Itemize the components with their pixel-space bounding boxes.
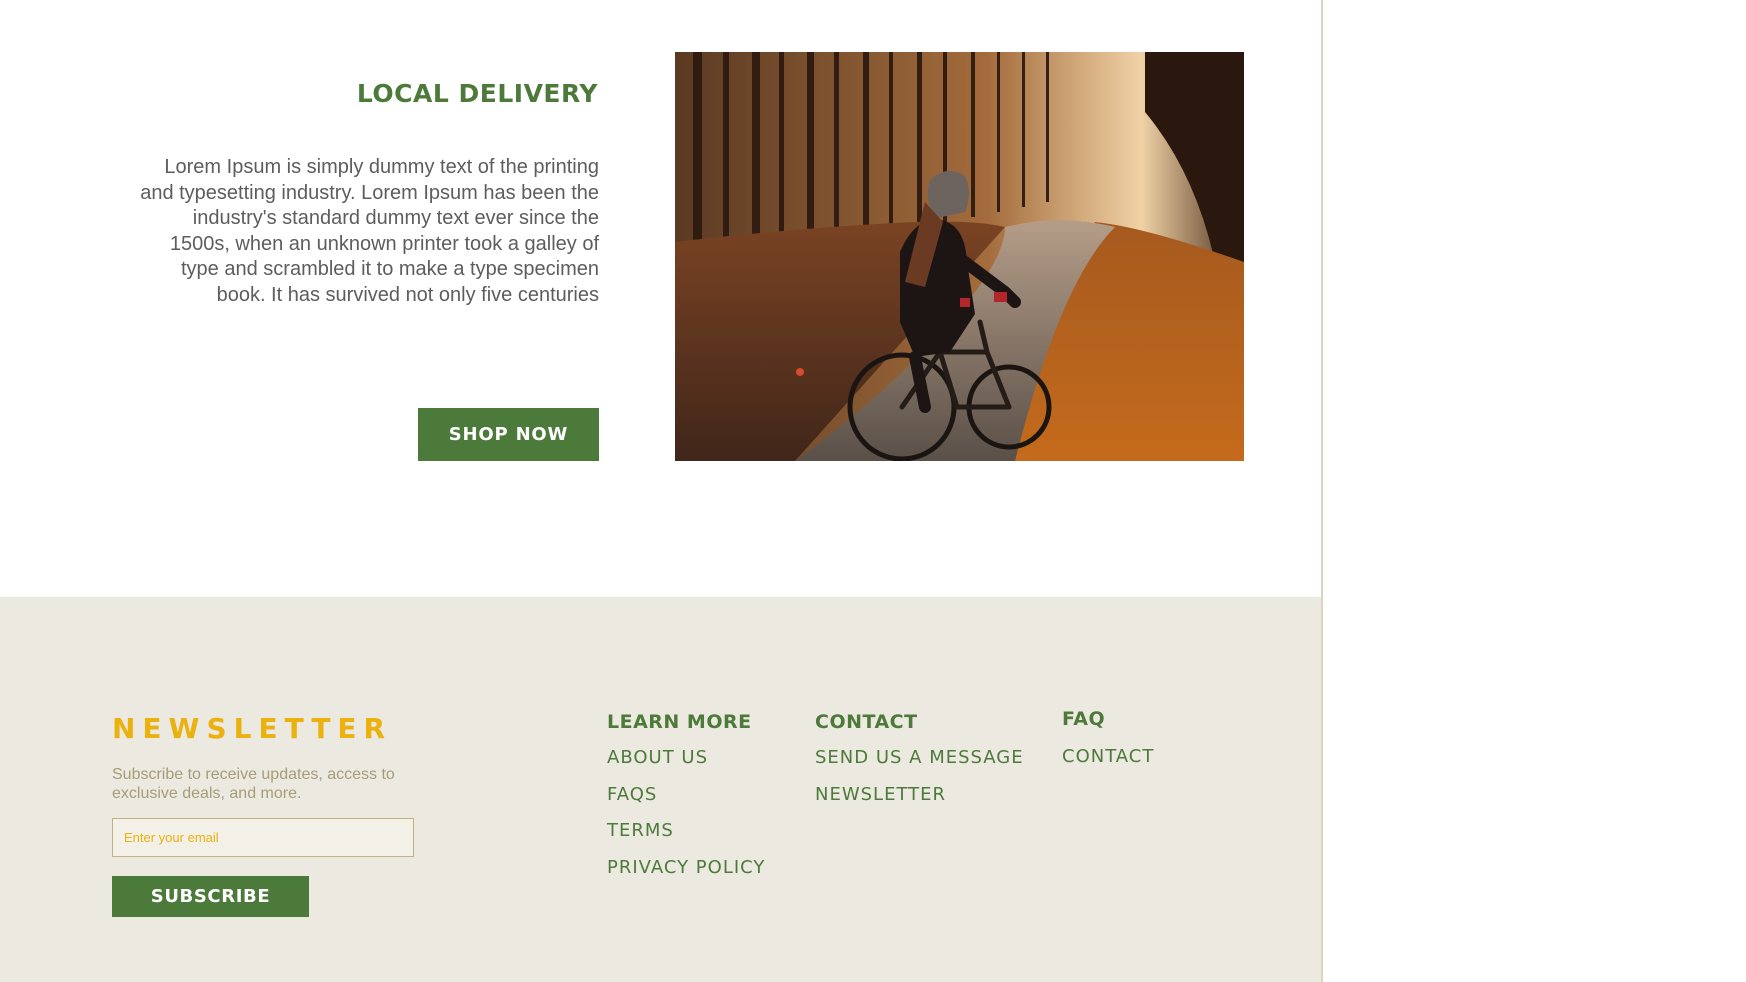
newsletter-title: NEWSLETTER [112,712,393,745]
newsletter-description: Subscribe to receive updates, access to … [112,766,395,802]
faq-links: CONTACT [1062,746,1154,783]
faq-heading: FAQ [1062,708,1106,731]
faq-contact-link[interactable]: CONTACT [1062,746,1154,767]
faqs-link[interactable]: FAQS [607,784,657,805]
privacy-policy-link[interactable]: PRIVACY POLICY [607,857,765,878]
contact-heading: CONTACT [815,711,918,734]
page: LOCAL DELIVERY Lorem Ipsum is simply dum… [0,0,1746,982]
contact-links: SEND US A MESSAGE NEWSLETTER [815,747,1024,820]
section-description: Lorem Ipsum is simply dummy text of the … [140,156,599,306]
local-delivery-section: LOCAL DELIVERY Lorem Ipsum is simply dum… [0,0,1321,597]
send-message-link[interactable]: SEND US A MESSAGE [815,747,1024,768]
newsletter-link[interactable]: NEWSLETTER [815,784,946,805]
section-title: LOCAL DELIVERY [356,78,598,108]
learn-more-links: ABOUT US FAQS TERMS PRIVACY POLICY [607,747,765,893]
learn-more-heading: LEARN MORE [607,711,752,734]
site-footer: NEWSLETTER Subscribe to receive updates,… [0,597,1321,982]
email-input[interactable] [112,818,414,857]
about-us-link[interactable]: ABOUT US [607,747,708,768]
cyclist-forest-image [675,52,1244,461]
shop-now-button[interactable]: SHOP NOW [418,408,599,461]
subscribe-button[interactable]: SUBSCRIBE [112,876,309,917]
cyclist-forest-illustration [675,52,1244,461]
terms-link[interactable]: TERMS [607,820,674,841]
content-area: LOCAL DELIVERY Lorem Ipsum is simply dum… [0,0,1323,982]
